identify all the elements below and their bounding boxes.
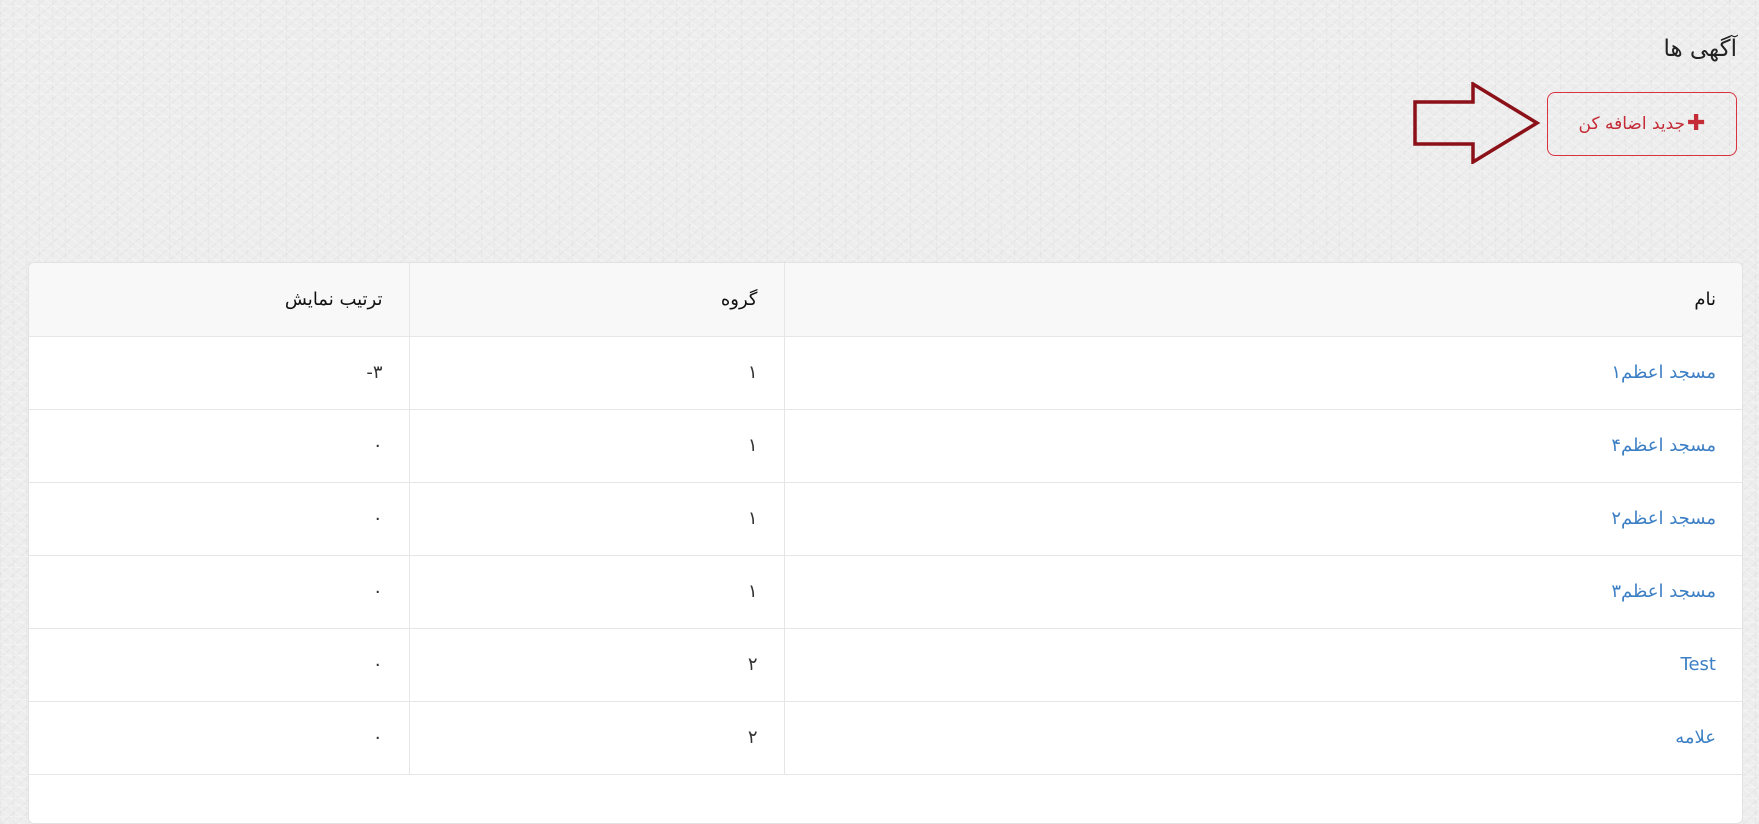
group-cell: ۱ (408, 409, 784, 483)
add-new-button[interactable]: ✚ جدید اضافه کن (1547, 92, 1737, 156)
name-cell: علامه (783, 701, 1742, 775)
name-cell: Test (783, 628, 1742, 702)
table-row: مسجد اعظم۳ ۱ ۰ (29, 555, 1742, 629)
table-row: مسجد اعظم۴ ۱ ۰ (29, 409, 1742, 483)
name-cell: مسجد اعظم۳ (783, 555, 1742, 629)
column-header-name[interactable]: نام (783, 263, 1742, 337)
group-cell: ۲ (408, 628, 784, 702)
table-row: علامه ۲ ۰ (29, 701, 1742, 775)
page-title: آگهی ها (1663, 36, 1737, 62)
order-cell: ۰ (29, 628, 409, 702)
ad-name-link[interactable]: مسجد اعظم۲ (1611, 508, 1716, 529)
order-cell: ۰ (29, 555, 409, 629)
ad-name-link[interactable]: علامه (1675, 727, 1716, 748)
table-row: Test ۲ ۰ (29, 628, 1742, 702)
column-header-group[interactable]: گروه (408, 263, 784, 337)
order-cell: ۰ (29, 482, 409, 556)
table-row: مسجد اعظم۱ ۱ ۳- (29, 336, 1742, 410)
ads-table: نام گروه ترتیب نمایش مسجد اعظم۱ ۱ ۳- مسج… (29, 263, 1742, 775)
group-cell: ۲ (408, 701, 784, 775)
column-header-order[interactable]: ترتیب نمایش (29, 263, 409, 337)
ads-table-card: نام گروه ترتیب نمایش مسجد اعظم۱ ۱ ۳- مسج… (28, 262, 1743, 824)
ad-name-link[interactable]: Test (1681, 654, 1716, 675)
plus-icon: ✚ (1687, 111, 1706, 136)
name-cell: مسجد اعظم۴ (783, 409, 1742, 483)
group-cell: ۱ (408, 336, 784, 410)
table-header-row: نام گروه ترتیب نمایش (29, 263, 1742, 337)
name-cell: مسجد اعظم۱ (783, 336, 1742, 410)
group-cell: ۱ (408, 555, 784, 629)
ad-name-link[interactable]: مسجد اعظم۱ (1611, 362, 1716, 383)
name-cell: مسجد اعظم۲ (783, 482, 1742, 556)
order-cell: ۰ (29, 701, 409, 775)
table-row: مسجد اعظم۲ ۱ ۰ (29, 482, 1742, 556)
group-cell: ۱ (408, 482, 784, 556)
arrow-right-icon (1413, 82, 1541, 164)
order-cell: ۰ (29, 409, 409, 483)
ad-name-link[interactable]: مسجد اعظم۳ (1611, 581, 1716, 602)
ad-name-link[interactable]: مسجد اعظم۴ (1611, 435, 1716, 456)
order-cell: ۳- (29, 336, 409, 410)
add-new-button-label: جدید اضافه کن (1578, 114, 1686, 134)
